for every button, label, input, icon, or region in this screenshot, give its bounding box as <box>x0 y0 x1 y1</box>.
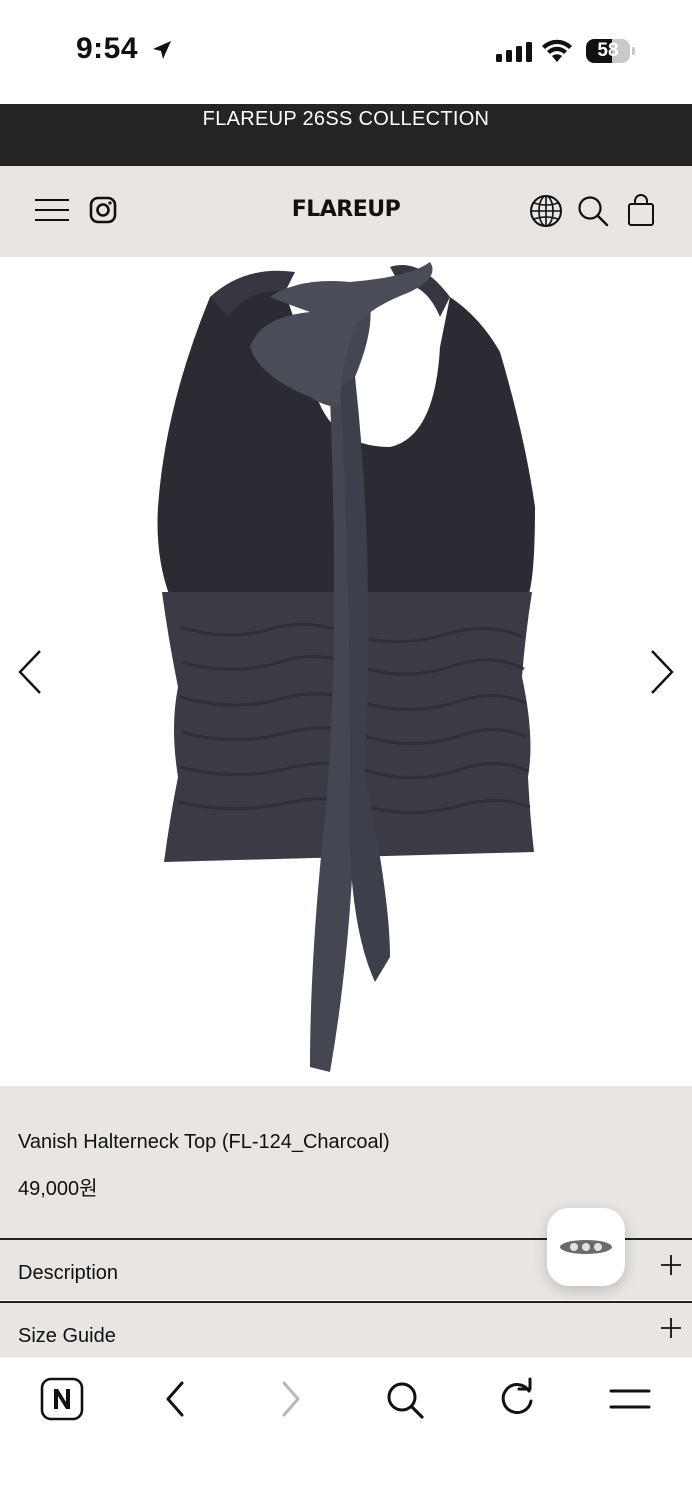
chat-icon <box>560 1240 612 1254</box>
cellular-signal-icon <box>496 40 532 62</box>
menu-icon[interactable] <box>608 1377 652 1421</box>
instagram-icon[interactable] <box>86 193 122 229</box>
location-arrow-icon <box>153 41 171 59</box>
announcement-bar[interactable]: FLAREUP 26SS COLLECTION <box>0 104 692 166</box>
chat-button[interactable] <box>547 1208 625 1286</box>
announcement-text: FLAREUP 26SS COLLECTION <box>202 108 490 130</box>
forward-icon[interactable] <box>268 1377 312 1421</box>
naver-icon[interactable] <box>40 1377 84 1421</box>
chevron-left-icon[interactable] <box>12 647 52 697</box>
product-name: Vanish Halterneck Top (FL-124_Charcoal) <box>18 1131 390 1153</box>
battery-icon: 58 <box>586 39 635 63</box>
plus-icon[interactable] <box>660 1254 682 1276</box>
accordion-size-guide[interactable]: Size Guide <box>0 1301 692 1356</box>
wifi-icon <box>542 39 572 62</box>
menu-icon[interactable] <box>34 193 70 229</box>
product-gallery[interactable] <box>0 257 692 1086</box>
accordion-label: Size Guide <box>18 1325 116 1347</box>
globe-icon[interactable] <box>528 193 564 229</box>
search-icon[interactable] <box>382 1377 426 1421</box>
chevron-right-icon[interactable] <box>640 647 680 697</box>
accordion-label: Description <box>18 1262 119 1284</box>
status-time: 9:54 <box>76 32 139 65</box>
shopping-bag-icon[interactable] <box>623 193 659 229</box>
plus-icon[interactable] <box>660 1317 682 1339</box>
browser-toolbar <box>0 1356 692 1500</box>
product-image <box>157 262 535 1072</box>
back-icon[interactable] <box>154 1377 198 1421</box>
status-bar: 9:54 58 <box>0 0 692 104</box>
battery-level: 58 <box>597 40 619 61</box>
reload-icon[interactable] <box>495 1377 539 1421</box>
product-price: 49,000원 <box>18 1178 98 1200</box>
search-icon[interactable] <box>575 193 611 229</box>
site-header: FLAREUP <box>0 166 692 257</box>
brand-logo[interactable]: FLAREUP <box>246 197 446 222</box>
